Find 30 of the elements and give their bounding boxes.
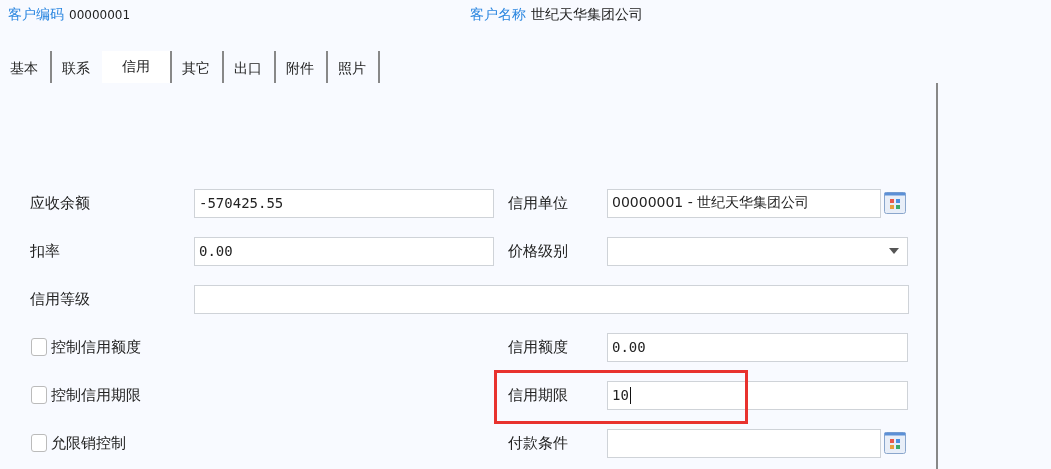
checkbox[interactable] (31, 434, 47, 452)
grid-icon[interactable] (884, 192, 906, 214)
input-field[interactable]: 0.00 (607, 332, 908, 362)
field-label: 客户编码 (8, 6, 64, 24)
field-label: 信用单位 (507, 193, 569, 213)
checkbox-label: 控制信用期限 (51, 385, 141, 405)
customer-code: 00000001 (69, 8, 131, 22)
checkbox-label: 控制信用额度 (51, 337, 141, 357)
caret-icon (889, 248, 899, 254)
field-label: 付款条件 (507, 433, 569, 453)
field-label: 客户名称 (470, 6, 526, 24)
customer-name: 世纪天华集团公司 (531, 6, 643, 24)
input-field[interactable]: -570425.55 (194, 188, 494, 218)
input-field[interactable]: 0.00 (194, 236, 494, 266)
field-label: 扣率 (29, 241, 61, 261)
field-label: 信用额度 (507, 337, 569, 357)
input-field[interactable]: 00000001 - 世纪天华集团公司 (607, 188, 881, 218)
field-label: 应收余额 (29, 193, 91, 213)
checkbox[interactable] (31, 386, 47, 404)
grid-icon[interactable] (884, 432, 906, 454)
input-field[interactable]: 10 (607, 380, 908, 410)
field-label: 信用等级 (29, 289, 91, 309)
input-field[interactable] (607, 428, 881, 458)
tab[interactable]: 信用 (102, 51, 172, 83)
input-field[interactable] (194, 284, 909, 314)
field-label: 价格级别 (507, 241, 569, 261)
checkbox[interactable] (31, 338, 47, 356)
checkbox-label: 允限销控制 (51, 433, 126, 453)
field-label: 信用期限 (507, 385, 569, 405)
dropdown-field[interactable] (607, 236, 908, 266)
